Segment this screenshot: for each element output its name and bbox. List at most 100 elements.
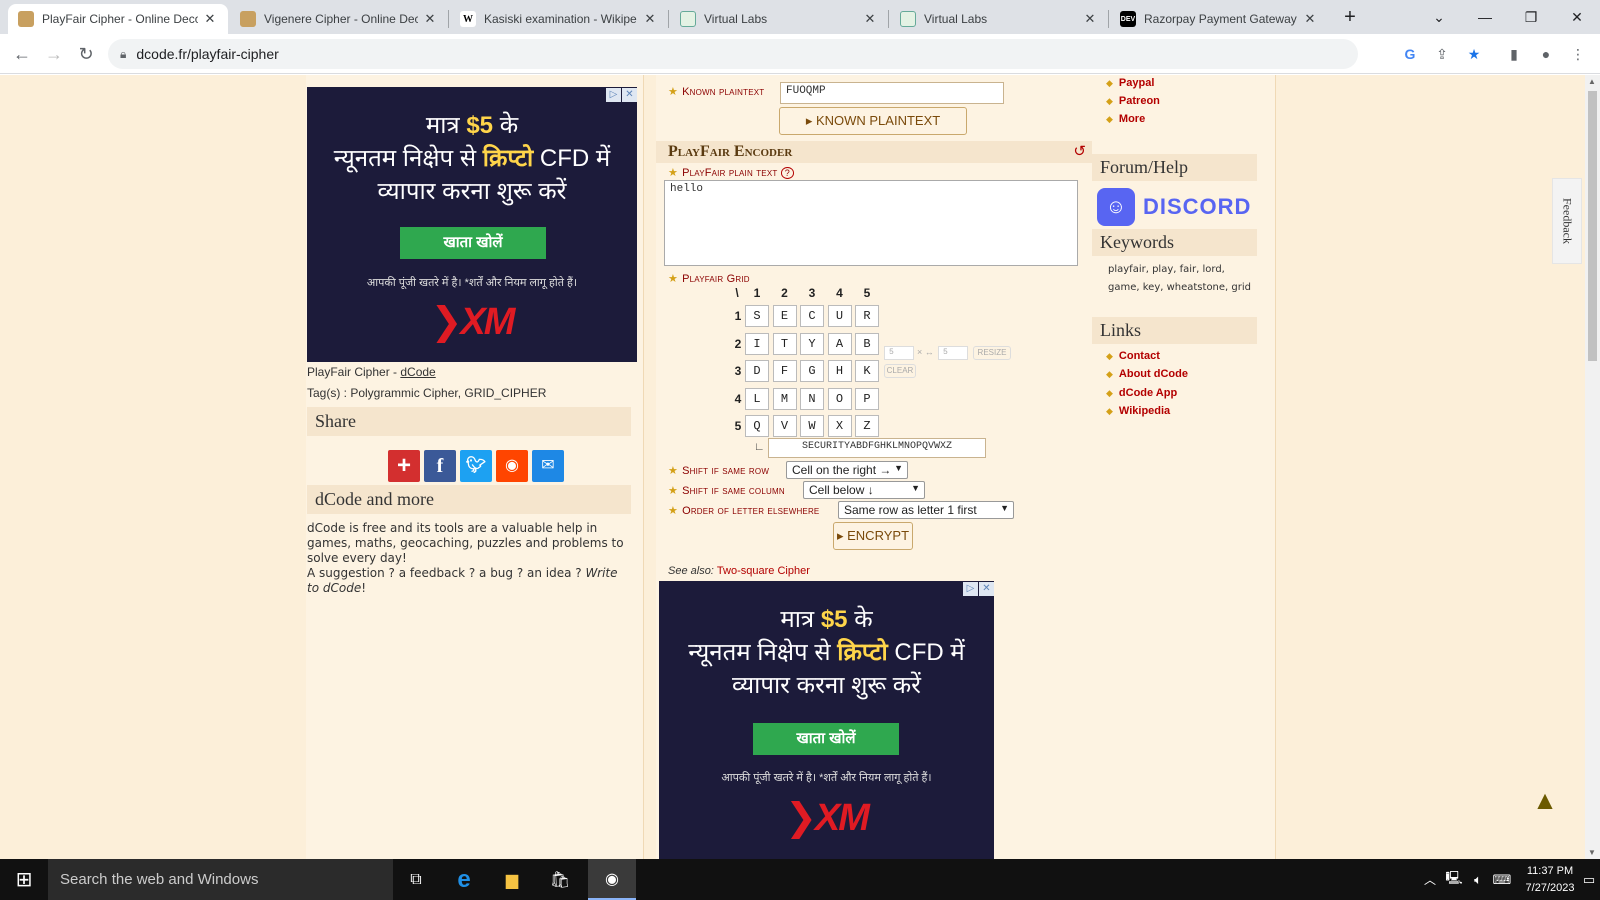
grid-cell[interactable]: D (745, 360, 769, 382)
clear-button[interactable]: CLEAR (884, 364, 916, 378)
adchoices-icon[interactable]: ▷ (963, 582, 978, 596)
grid-cell[interactable]: F (772, 360, 797, 382)
close-tab-icon[interactable]: ✕ (202, 11, 218, 27)
ad-cta-button[interactable]: खाता खोलें (753, 723, 899, 755)
grid-cell[interactable]: G (800, 360, 824, 382)
grid-cell[interactable]: X (827, 415, 852, 437)
menu-icon[interactable]: ⋮ (1566, 42, 1590, 66)
back-icon[interactable]: ← (10, 42, 34, 66)
grid-cell[interactable]: H (827, 360, 852, 382)
share-icon[interactable]: ⇪ (1430, 42, 1454, 66)
bookmark-star-icon[interactable]: ★ (1462, 42, 1486, 66)
side-panel-icon[interactable]: ▮ (1502, 42, 1526, 66)
email-share-icon[interactable]: ✉ (532, 450, 564, 482)
grid-height-input[interactable]: 5 (938, 346, 968, 360)
grid-cell[interactable]: K (855, 360, 879, 382)
grid-width-input[interactable]: 5 (884, 346, 914, 360)
grid-cell[interactable]: B (855, 332, 879, 355)
reset-icon[interactable]: ↺ (1073, 142, 1086, 160)
encrypt-button[interactable]: ▸ ENCRYPT (833, 522, 913, 550)
reddit-share-icon[interactable]: ◉ (496, 450, 528, 482)
adchoices-icon[interactable]: ▷ (606, 88, 621, 102)
app-link[interactable]: ◆ dCode App (1106, 387, 1177, 399)
ad-close-icon[interactable]: ✕ (979, 582, 994, 596)
close-tab-icon[interactable]: ✕ (422, 11, 438, 27)
facebook-share-icon[interactable]: f (424, 450, 456, 482)
grid-cell[interactable]: Y (800, 332, 824, 355)
advertisement[interactable]: ▷ ✕ मात्र $5 के न्यूनतम निक्षेप से क्रिप… (307, 87, 637, 362)
close-tab-icon[interactable]: ✕ (1082, 11, 1098, 27)
twitter-share-icon[interactable]: 🐦︎ (460, 450, 492, 482)
tab-vigenere[interactable]: Vigenere Cipher - Online Dec ✕ (230, 4, 448, 34)
dcode-link[interactable]: dCode (400, 365, 435, 379)
grid-cell[interactable]: Z (855, 415, 879, 437)
store-icon[interactable]: 🛍︎ (536, 859, 584, 900)
tab-razorpay[interactable]: DEV Razorpay Payment Gateway I ✕ (1110, 4, 1328, 34)
grid-cell[interactable]: T (772, 332, 797, 355)
grid-cell[interactable]: R (855, 305, 879, 327)
grid-cell[interactable]: U (827, 305, 852, 327)
tab-playfair[interactable]: PlayFair Cipher - Online Deco ✕ (8, 4, 228, 34)
grid-cell[interactable]: V (772, 415, 797, 437)
shift-col-select[interactable]: Cell below ↓ ▼ (803, 481, 925, 499)
google-icon[interactable]: G (1398, 42, 1422, 66)
close-tab-icon[interactable]: ✕ (642, 11, 658, 27)
grid-cell[interactable]: C (800, 305, 824, 327)
more-link[interactable]: ◆ More (1106, 113, 1145, 125)
tab-kasiski[interactable]: W Kasiski examination - Wikipe ✕ (450, 4, 668, 34)
grid-cell[interactable]: Q (745, 415, 769, 437)
tray-up-icon[interactable]: ︿ (1420, 859, 1440, 900)
paypal-link[interactable]: ◆ Paypal (1106, 77, 1154, 89)
scroll-top-icon[interactable]: ▲ (1530, 785, 1560, 815)
grid-cell[interactable]: O (827, 387, 852, 410)
order-select[interactable]: Same row as letter 1 first ▼ (838, 501, 1014, 519)
plain-text-textarea[interactable]: hello (664, 180, 1078, 266)
windows-start-icon[interactable]: ⊞ (0, 859, 48, 900)
resize-button[interactable]: RESIZE (973, 346, 1011, 360)
clock[interactable]: 11:37 PM 7/27/2023 (1520, 863, 1580, 897)
grid-cell[interactable]: A (827, 332, 852, 355)
help-icon[interactable]: ? (780, 167, 794, 179)
two-square-cipher-link[interactable]: Two-square Cipher (717, 565, 810, 577)
reload-icon[interactable]: ↻ (74, 42, 98, 66)
grid-cell[interactable]: P (855, 387, 879, 410)
task-view-icon[interactable]: ⧉ (392, 859, 440, 900)
patreon-link[interactable]: ◆ Patreon (1106, 95, 1160, 107)
grid-cell[interactable]: E (772, 305, 797, 327)
page-scrollbar[interactable]: ▲ ▼ (1585, 75, 1600, 859)
scrollbar-thumb[interactable] (1588, 91, 1597, 361)
ad-close-icon[interactable]: ✕ (622, 88, 637, 102)
address-bar[interactable]: 🔒︎ dcode.fr/playfair-cipher (108, 39, 1358, 69)
known-plaintext-input[interactable]: FUOQMP (780, 82, 1004, 104)
discord-link[interactable]: ☺ DISCORD (1097, 188, 1257, 228)
tab-search-icon[interactable]: ⌄ (1416, 0, 1462, 34)
ad-cta-button[interactable]: खाता खोलें (400, 227, 546, 259)
wikipedia-link[interactable]: ◆ Wikipedia (1106, 405, 1170, 417)
forward-icon[interactable]: → (42, 42, 66, 66)
new-tab-button[interactable]: + (1330, 0, 1370, 34)
grid-cell[interactable]: N (800, 387, 824, 410)
restore-button[interactable]: ❐ (1508, 0, 1554, 34)
addthis-share-icon[interactable]: + (388, 450, 420, 482)
tab-virtual-labs-1[interactable]: Virtual Labs ✕ (670, 4, 888, 34)
close-tab-icon[interactable]: ✕ (862, 11, 878, 27)
close-tab-icon[interactable]: ✕ (1302, 11, 1318, 27)
edge-icon[interactable]: e (440, 859, 488, 900)
chrome-icon[interactable]: ◉ (588, 859, 636, 900)
profile-avatar-icon[interactable]: ● (1534, 42, 1558, 66)
about-link[interactable]: ◆ About dCode (1106, 368, 1188, 380)
advertisement-2[interactable]: ▷ ✕ मात्र $5 के न्यूनतम निक्षेप से क्रिप… (659, 581, 994, 859)
close-window-button[interactable]: ✕ (1554, 0, 1600, 34)
grid-cell[interactable]: S (745, 305, 769, 327)
network-icon[interactable]: 🖳︎ (1442, 859, 1466, 900)
feedback-tab[interactable]: Feedback (1552, 178, 1582, 264)
tab-virtual-labs-2[interactable]: Virtual Labs ✕ (890, 4, 1108, 34)
grid-cell[interactable]: L (745, 387, 769, 410)
notifications-icon[interactable]: ▭ (1578, 859, 1600, 900)
grid-cell[interactable]: I (745, 332, 769, 355)
taskbar-search[interactable]: Search the web and Windows (48, 859, 393, 900)
known-plaintext-attack-button[interactable]: ▸ KNOWN PLAINTEXT ATTACK (779, 107, 967, 154)
keyboard-icon[interactable]: ⌨ (1490, 859, 1514, 900)
grid-key-input[interactable]: SECURITYABDFGHKLMNOPQVWXZ (768, 438, 986, 458)
file-explorer-icon[interactable]: ▆ (488, 859, 536, 900)
